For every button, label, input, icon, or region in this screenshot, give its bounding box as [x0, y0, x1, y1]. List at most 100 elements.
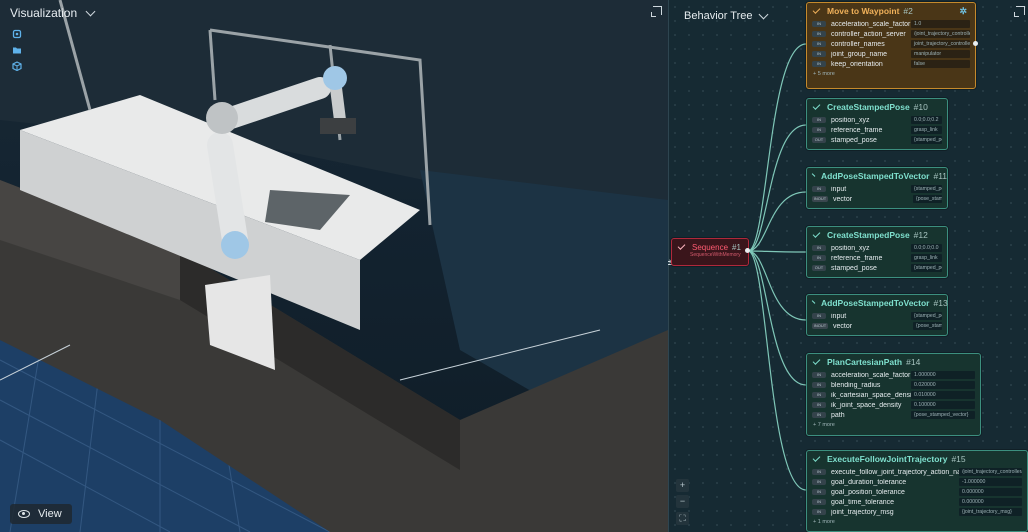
port-row[interactable]: IN reference_frame grasp_link	[812, 125, 942, 135]
port-row[interactable]: IN joint_group_name manipulator	[812, 49, 970, 59]
more-ports-link[interactable]: + 5 more	[807, 69, 975, 77]
port-name: position_xyz	[831, 244, 870, 252]
cube-icon[interactable]	[12, 58, 22, 72]
port-row[interactable]: IN goal_time_tolerance 0.000000	[812, 497, 1022, 507]
port-row[interactable]: IN ik_joint_space_density 0.100000	[812, 400, 975, 410]
port-name: reference_frame	[831, 254, 883, 262]
visualization-panel[interactable]: Visualization View	[0, 0, 668, 532]
node-move-to-waypoint[interactable]: Move to Waypoint #2 ✲ IN acceleration_sca…	[806, 2, 976, 89]
port-value-field[interactable]: 0.020000	[911, 381, 975, 389]
port-value-field[interactable]: false	[911, 60, 970, 68]
port-row[interactable]: OUT stamped_pose {stamped_pose}	[812, 263, 942, 273]
port-value-field[interactable]: /joint_trajectory_controller/follow_join…	[959, 468, 1022, 476]
port-value-field[interactable]: 0.100000	[911, 401, 975, 409]
port-row[interactable]: IN input {stamped_pose}	[812, 184, 942, 194]
view-button[interactable]: View	[10, 504, 72, 524]
port-row[interactable]: IN execute_follow_joint_trajectory_action…	[812, 467, 1022, 477]
port-name: position_xyz	[831, 116, 870, 124]
port-row[interactable]: INOUT vector {pose_stamped_vector}	[812, 321, 942, 331]
node-id: #14	[906, 357, 921, 367]
node-name: Move to Waypoint	[827, 6, 900, 16]
port-row[interactable]: IN controller_action_server/joint_traject…	[812, 29, 970, 39]
port-value-field[interactable]: 0.000000	[959, 498, 1022, 506]
robot-scene-3d[interactable]	[0, 0, 668, 532]
node-name: AddPoseStampedToVector	[821, 171, 930, 181]
port-row[interactable]: IN blending_radius 0.020000	[812, 380, 975, 390]
more-ports-link[interactable]: + 7 more	[807, 420, 980, 428]
port-row[interactable]: IN input {stamped_pose}	[812, 311, 942, 321]
port-direction-badge: IN	[812, 469, 826, 475]
port-row[interactable]: INOUT vector {pose_stamped_vector}	[812, 194, 942, 204]
port-row[interactable]: IN goal_duration_tolerance -1.000000	[812, 477, 1022, 487]
node-add-pose-stamped-to-vector-11[interactable]: AddPoseStampedToVector #11 IN input {stamp…	[806, 167, 948, 209]
port-value-field[interactable]: 0.000000	[959, 488, 1022, 496]
port-row[interactable]: IN reference_frame grasp_link	[812, 253, 942, 263]
port-list: IN input {stamped_pose} INOUT vector {pose_st…	[807, 311, 947, 331]
port-row[interactable]: IN joint_trajectory_msg {joint_trajectory_…	[812, 507, 1022, 517]
port-row[interactable]: IN goal_position_tolerance 0.000000	[812, 487, 1022, 497]
behavior-tree-panel[interactable]: Behavior Tree ⇄ Sequence #1 SequenceWith…	[668, 0, 1028, 532]
visualization-view-selector[interactable]: Visualization	[10, 6, 96, 20]
port-row[interactable]: IN ik_cartesian_space_density 0.010000	[812, 390, 975, 400]
view-button-label: View	[38, 508, 62, 520]
port-direction-badge: IN	[812, 127, 826, 133]
node-output-port[interactable]	[745, 248, 750, 253]
port-value-field[interactable]: manipulator	[911, 50, 970, 58]
expand-visualization-icon[interactable]	[651, 6, 662, 17]
subtree-icon[interactable]: ✲	[959, 6, 967, 17]
port-value-field[interactable]: 0.010000	[911, 391, 975, 399]
port-value-field[interactable]: {pose_stamped_vector}	[911, 411, 975, 419]
more-ports-link[interactable]: + 1 more	[807, 517, 1027, 525]
port-direction-badge: IN	[812, 255, 826, 261]
zoom-out-icon[interactable]: −	[676, 495, 689, 508]
port-name: acceleration_scale_factor	[831, 20, 911, 28]
node-execute-follow-joint-trajectory[interactable]: ExecuteFollowJointTrajectory #15 IN execu…	[806, 450, 1028, 532]
port-row[interactable]: IN position_xyz 0.0;0.0;0.0	[812, 243, 942, 253]
port-value-field[interactable]: {stamped_pose}	[911, 264, 942, 272]
port-direction-badge: IN	[812, 51, 826, 57]
node-add-pose-stamped-to-vector-13[interactable]: AddPoseStampedToVector #13 IN input {stamp…	[806, 294, 948, 336]
node-create-stamped-pose-12[interactable]: CreateStampedPose #12 IN position_xyz 0.0;…	[806, 226, 948, 278]
port-value-field[interactable]: {stamped_pose}	[911, 312, 942, 320]
port-row[interactable]: IN acceleration_scale_factor 1.0	[812, 19, 970, 29]
zoom-in-icon[interactable]: +	[676, 479, 689, 492]
port-value-field[interactable]: {pose_stamped_vector}	[913, 195, 942, 203]
port-row[interactable]: IN path {pose_stamped_vector}	[812, 410, 975, 420]
port-direction-badge: IN	[812, 31, 826, 37]
port-row[interactable]: IN position_xyz 0.0;0.0;0.2	[812, 115, 942, 125]
folder-open-icon[interactable]	[12, 42, 22, 54]
port-direction-badge: IN	[812, 21, 826, 27]
node-create-stamped-pose-10[interactable]: CreateStampedPose #10 IN position_xyz 0.0;…	[806, 98, 948, 150]
sequence-node[interactable]: Sequence #1 SequenceWithMemory	[671, 238, 749, 266]
node-plan-cartesian-path[interactable]: PlanCartesianPath #14 IN acceleration_sca…	[806, 353, 981, 436]
port-name: controller_names	[831, 40, 885, 48]
port-row[interactable]: OUT stamped_pose {stamped_pose}	[812, 135, 942, 145]
port-value-field[interactable]: 1.000000	[911, 371, 975, 379]
robot-icon[interactable]	[12, 26, 22, 39]
port-value-field[interactable]: {pose_stamped_vector}	[913, 322, 942, 330]
port-value-field[interactable]: /joint_trajectory_controller/follow_join…	[911, 30, 970, 38]
port-value-field[interactable]: -1.000000	[959, 478, 1022, 486]
port-name: reference_frame	[831, 126, 883, 134]
port-row[interactable]: IN keep_orientation false	[812, 59, 970, 69]
port-value-field[interactable]: joint_trajectory_controller	[911, 40, 970, 48]
port-name: input	[831, 312, 847, 320]
visualization-title: Visualization	[10, 6, 78, 20]
port-value-field[interactable]: grasp_link	[911, 126, 942, 134]
port-row[interactable]: IN controller_names joint_trajectory_contr…	[812, 39, 970, 49]
port-value-field[interactable]: {joint_trajectory_msg}	[959, 508, 1022, 516]
port-value-field[interactable]: grasp_link	[911, 254, 942, 262]
node-id: #11	[933, 171, 948, 181]
node-id: #15	[951, 454, 966, 464]
node-output-port[interactable]	[973, 41, 978, 46]
fit-view-icon[interactable]: ⛶	[676, 512, 689, 525]
port-value-field[interactable]: {stamped_pose}	[911, 185, 942, 193]
port-value-field[interactable]: 1.0	[911, 20, 970, 28]
port-value-field[interactable]: 0.0;0.0;0.2	[911, 116, 942, 124]
port-name: ik_joint_space_density	[831, 401, 902, 409]
port-direction-badge: IN	[812, 499, 826, 505]
port-value-field[interactable]: 0.0;0.0;0.0	[911, 244, 942, 252]
port-row[interactable]: IN acceleration_scale_factor 1.000000	[812, 370, 975, 380]
port-value-field[interactable]: {stamped_pose}	[911, 136, 942, 144]
port-direction-badge: IN	[812, 382, 826, 388]
